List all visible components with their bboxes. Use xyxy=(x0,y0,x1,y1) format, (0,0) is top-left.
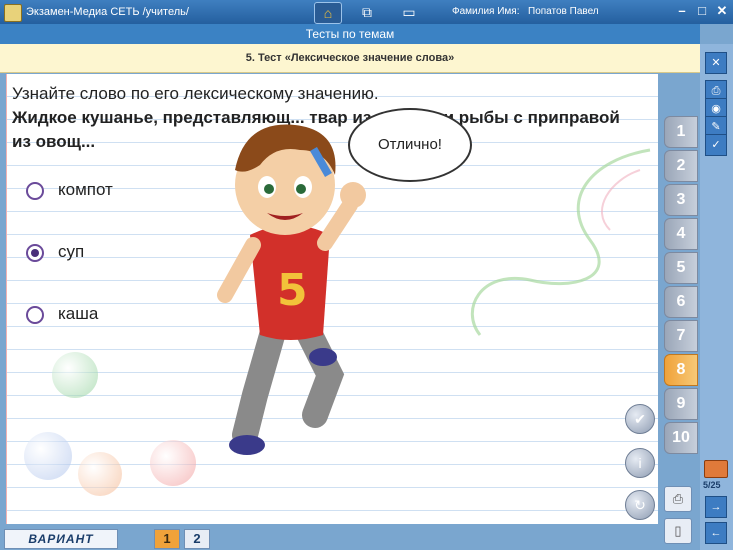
variant-button-2[interactable]: 2 xyxy=(184,529,210,549)
close-panel-icon[interactable]: ✕ xyxy=(705,52,727,74)
answer-label: компот xyxy=(58,180,113,199)
radio-button[interactable] xyxy=(26,182,44,200)
decorative-bubble xyxy=(78,452,122,496)
refresh-button[interactable]: ↻ xyxy=(625,490,655,520)
shirt-number: 5 xyxy=(277,265,308,316)
close-button[interactable]: ✕ xyxy=(714,3,730,19)
next-arrow-icon[interactable]: → xyxy=(705,496,727,518)
prev-arrow-icon[interactable]: ← xyxy=(705,522,727,544)
progress-icon xyxy=(704,460,728,478)
section-header: Тесты по темам xyxy=(0,24,700,44)
user-label: Фамилия Имя: xyxy=(452,6,520,17)
tab-question-8-active[interactable]: 8 xyxy=(664,354,698,386)
window-title: Экзамен-Медиа СЕТЬ /учитель/ xyxy=(26,6,189,18)
radio-button-selected[interactable] xyxy=(26,244,44,262)
tab-question-4[interactable]: 4 xyxy=(664,218,698,250)
tab-question-1[interactable]: 1 xyxy=(664,116,698,148)
tab-question-10[interactable]: 10 xyxy=(664,422,698,454)
decorative-bubble xyxy=(24,432,72,480)
paper-margin xyxy=(6,74,7,524)
home-icon[interactable]: ⌂ xyxy=(314,2,342,24)
user-name: Попатов Павел xyxy=(528,6,599,17)
variant-button-1[interactable]: 1 xyxy=(154,529,180,549)
decorative-swirl xyxy=(470,148,651,336)
radio-button[interactable] xyxy=(26,306,44,324)
tab-question-2[interactable]: 2 xyxy=(664,150,698,182)
test-title: 5. Тест «Лексическое значение слова» xyxy=(0,44,700,73)
check-answer-button[interactable]: ✔ xyxy=(625,404,655,434)
feedback-bubble: Отлично! xyxy=(348,108,472,182)
book-icon[interactable]: ▭ xyxy=(396,2,422,22)
decorative-bubble xyxy=(52,352,98,398)
app-icon xyxy=(4,4,22,22)
tab-question-6[interactable]: 6 xyxy=(664,286,698,318)
open-book-icon[interactable]: ▯ xyxy=(664,518,692,544)
info-button[interactable]: i xyxy=(625,448,655,478)
tab-question-9[interactable]: 9 xyxy=(664,388,698,420)
tab-question-3[interactable]: 3 xyxy=(664,184,698,216)
progress-counter: 5/25 xyxy=(703,480,721,490)
decorative-bubble xyxy=(150,440,196,486)
check-icon[interactable]: ✓ xyxy=(705,134,727,156)
answer-label: каша xyxy=(58,304,99,323)
answer-label: суп xyxy=(58,242,85,261)
minimize-button[interactable]: – xyxy=(674,3,690,19)
tab-question-7[interactable]: 7 xyxy=(664,320,698,352)
title-bar: Экзамен-Медиа СЕТЬ /учитель/ ⌂ ⧉ ▭ Фамил… xyxy=(0,0,733,24)
variant-label: ВАРИАНТ xyxy=(4,529,118,549)
maximize-button[interactable]: □ xyxy=(694,3,710,19)
tab-question-5[interactable]: 5 xyxy=(664,252,698,284)
sitemap-icon[interactable]: ⧉ xyxy=(354,2,380,22)
print-page-icon[interactable]: ⎙ xyxy=(664,486,692,512)
